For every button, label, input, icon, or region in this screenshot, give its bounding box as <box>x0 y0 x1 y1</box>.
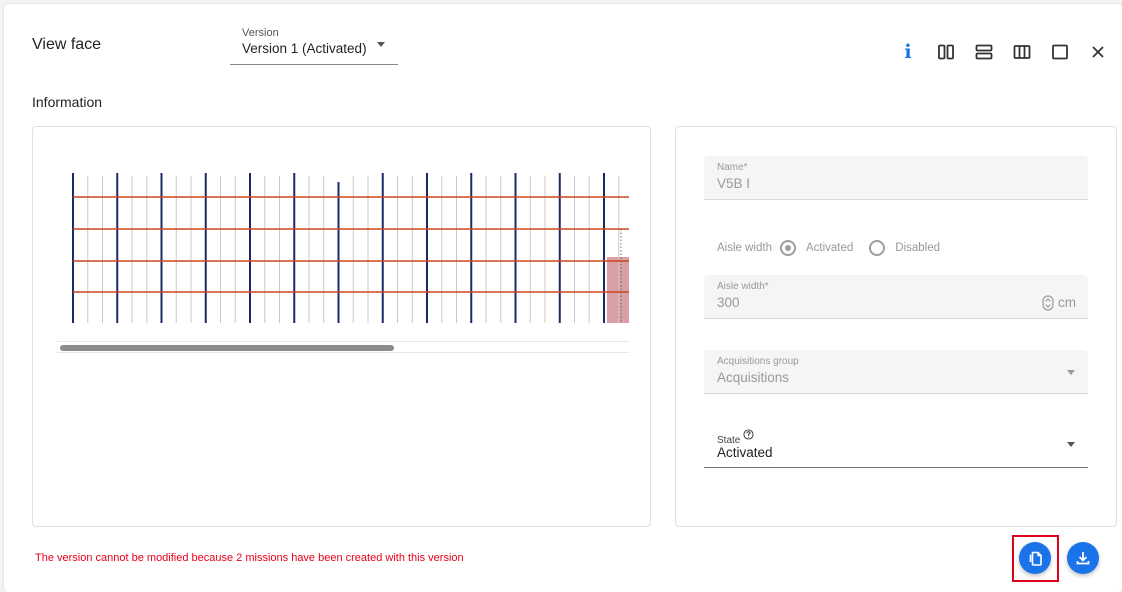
dialog-title: View face <box>32 36 102 53</box>
version-locked-warning: The version cannot be modified because 2… <box>35 552 464 564</box>
info-glyph: i <box>904 41 912 63</box>
help-icon <box>743 429 754 440</box>
two-rows-icon[interactable] <box>974 42 994 62</box>
acquisitions-group-value: Acquisitions <box>717 370 790 385</box>
face-rack-diagram[interactable] <box>57 173 629 325</box>
face-details-form: Name* V5B I Aisle width Activated Disabl… <box>675 126 1117 527</box>
version-select[interactable]: Version Version 1 (Activated) <box>230 24 398 65</box>
aisle-width-toggle: Aisle width Activated Disabled <box>717 238 940 258</box>
state-value: Activated <box>717 445 773 460</box>
information-section-title: Information <box>32 94 103 110</box>
aisle-width-field[interactable]: Aisle width* 300 cm <box>704 275 1088 319</box>
download-button[interactable] <box>1067 542 1099 574</box>
acquisitions-group-select[interactable]: Acquisitions group Acquisitions <box>704 350 1088 394</box>
three-columns-icon[interactable] <box>1012 42 1032 62</box>
scrollbar-thumb[interactable] <box>60 345 394 351</box>
version-select-label: Version <box>242 27 279 39</box>
view-face-dialog: View face Version Version 1 (Activated) … <box>4 4 1122 592</box>
stepper-icon[interactable] <box>1042 295 1054 316</box>
acquisitions-group-label: Acquisitions group <box>717 356 799 367</box>
horizontal-scrollbar[interactable] <box>57 341 629 353</box>
name-field-value: V5B I <box>717 176 751 191</box>
state-select[interactable]: State Activated <box>704 424 1088 468</box>
close-icon[interactable] <box>1088 42 1108 62</box>
aisle-width-field-label: Aisle width* <box>717 281 769 292</box>
aisle-width-toggle-label: Aisle width <box>717 242 772 254</box>
radio-disabled-label: Disabled <box>895 242 941 254</box>
info-icon[interactable]: i <box>898 41 918 63</box>
selected-cell <box>607 257 629 323</box>
name-field[interactable]: Name* V5B I <box>704 156 1088 200</box>
aisle-width-field-value: 300 <box>717 295 740 310</box>
radio-activated-label: Activated <box>805 242 854 254</box>
radio-disabled[interactable] <box>869 240 886 256</box>
aisle-width-unit: cm <box>1058 295 1076 310</box>
chevron-down-icon <box>1067 442 1075 447</box>
copy-icon <box>1029 551 1042 566</box>
single-panel-icon[interactable] <box>1050 42 1070 62</box>
name-field-label: Name* <box>717 162 748 173</box>
face-preview-card <box>32 126 651 527</box>
state-label: State <box>717 429 754 446</box>
version-select-value: Version 1 (Activated) <box>242 41 367 56</box>
duplicate-version-button[interactable] <box>1019 542 1051 574</box>
radio-activated[interactable] <box>779 240 796 256</box>
chevron-down-icon <box>377 42 385 47</box>
two-columns-icon[interactable] <box>936 42 956 62</box>
chevron-down-icon <box>1067 370 1075 375</box>
download-icon <box>1076 552 1090 565</box>
